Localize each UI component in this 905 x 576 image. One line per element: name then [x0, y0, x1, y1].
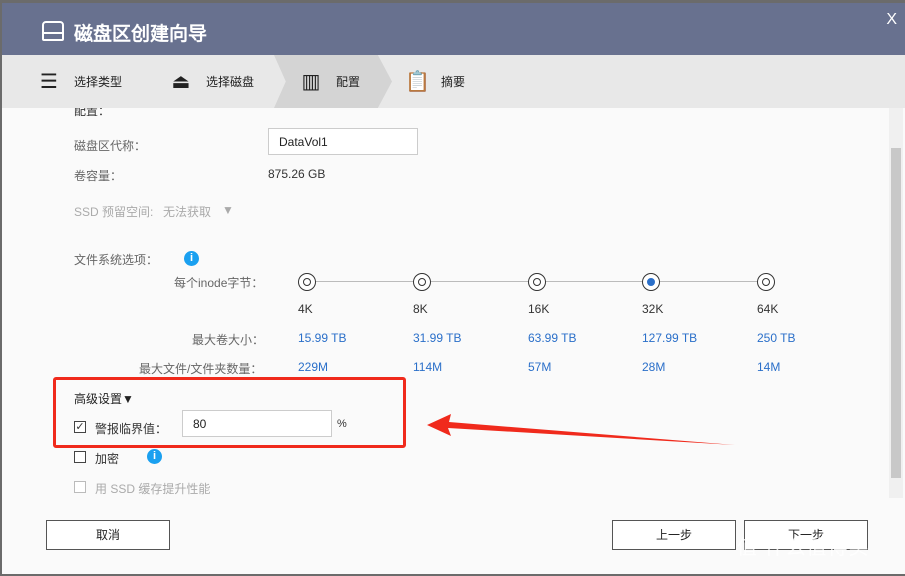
prev-button[interactable]: 上一步: [612, 520, 736, 550]
disk-icon: ⏏: [170, 69, 192, 94]
volume-wizard-dialog: 磁盘区创建向导 X ☰ 选择类型 ⏏ 选择磁盘 ▥ 配置 📋 摘要 配置： 磁盘区代称：…: [2, 3, 905, 574]
inode-option-label: 8K: [413, 302, 428, 316]
alert-threshold-input[interactable]: 80: [182, 410, 332, 437]
wizard-steps: ☰ 选择类型 ⏏ 选择磁盘 ▥ 配置 📋 摘要: [2, 55, 905, 108]
dialog-header: 磁盘区创建向导 X: [2, 3, 905, 55]
info-icon[interactable]: i: [147, 449, 162, 464]
name-label: 磁盘区代称：: [74, 137, 146, 154]
watermark: 值 什么值得买: [737, 531, 870, 560]
step-summary: 📋 摘要: [405, 55, 465, 108]
inode-radio-3[interactable]: [642, 273, 660, 291]
inode-label: 每个inode字节：: [174, 274, 263, 291]
step-select-type: ☰ 选择类型: [38, 55, 122, 108]
info-icon[interactable]: i: [184, 251, 199, 266]
dialog-title: 磁盘区创建向导: [74, 19, 207, 46]
ssd-reserve-dropdown[interactable]: ▼: [222, 203, 234, 217]
close-button[interactable]: X: [886, 11, 897, 29]
disk-icon: [42, 21, 64, 41]
max-volume-value: 127.99 TB: [642, 331, 697, 345]
cancel-button[interactable]: 取消: [46, 520, 170, 550]
inode-option-label: 32K: [642, 302, 663, 316]
max-files-value: 28M: [642, 360, 665, 374]
encrypt-label: 加密: [95, 450, 119, 467]
advanced-settings-toggle[interactable]: 高级设置▼: [74, 390, 134, 407]
ssd-reserve-label: SSD 预留空间:: [74, 203, 153, 220]
ssd-reserve-value: 无法获取: [163, 203, 211, 220]
max-volume-value: 250 TB: [757, 331, 795, 345]
inode-option-label: 4K: [298, 302, 313, 316]
max-volume-value: 15.99 TB: [298, 331, 346, 345]
form-body: 配置： 磁盘区代称： DataVol1 卷容量： 875.26 GB SSD 预…: [2, 108, 889, 498]
scrollbar[interactable]: [889, 108, 903, 498]
inode-radio-1[interactable]: [413, 273, 431, 291]
ssd-cache-label: 用 SSD 缓存提升性能: [95, 480, 210, 497]
max-files-value: 229M: [298, 360, 328, 374]
max-files-value: 114M: [413, 360, 442, 374]
alert-threshold-checkbox[interactable]: ✓: [74, 421, 86, 433]
capacity-value: 875.26 GB: [268, 167, 325, 181]
step-label: 配置: [336, 73, 360, 90]
clipboard-icon: 📋: [405, 69, 427, 94]
step-label: 选择类型: [74, 73, 122, 90]
max-files-value: 57M: [528, 360, 551, 374]
step-label: 选择磁盘: [206, 73, 254, 90]
fs-options-label: 文件系统选项：: [74, 251, 158, 268]
step-label: 摘要: [441, 73, 465, 90]
list-icon: ☰: [38, 69, 60, 94]
max-files-label: 最大文件/文件夹数量：: [139, 360, 262, 377]
step-configure: ▥ 配置: [300, 55, 360, 108]
scrollbar-thumb[interactable]: [891, 148, 901, 478]
config-icon: ▥: [300, 69, 322, 94]
max-volume-label: 最大卷大小：: [192, 331, 264, 348]
volume-name-input[interactable]: DataVol1: [268, 128, 418, 155]
step-select-disk: ⏏ 选择磁盘: [170, 55, 254, 108]
capacity-label: 卷容量：: [74, 167, 122, 184]
encrypt-checkbox[interactable]: [74, 451, 86, 463]
annotation-arrow: [427, 408, 737, 448]
inode-radio-2[interactable]: [528, 273, 546, 291]
inode-radio-0[interactable]: [298, 273, 316, 291]
section-label: 配置：: [74, 108, 110, 119]
inode-option-label: 64K: [757, 302, 778, 316]
ssd-cache-checkbox[interactable]: [74, 481, 86, 493]
max-volume-value: 31.99 TB: [413, 331, 461, 345]
max-volume-value: 63.99 TB: [528, 331, 576, 345]
inode-option-label: 16K: [528, 302, 549, 316]
alert-threshold-label: 警报临界值：: [95, 420, 167, 437]
max-files-value: 14M: [757, 360, 780, 374]
inode-radio-4[interactable]: [757, 273, 775, 291]
alert-unit: %: [337, 418, 347, 430]
